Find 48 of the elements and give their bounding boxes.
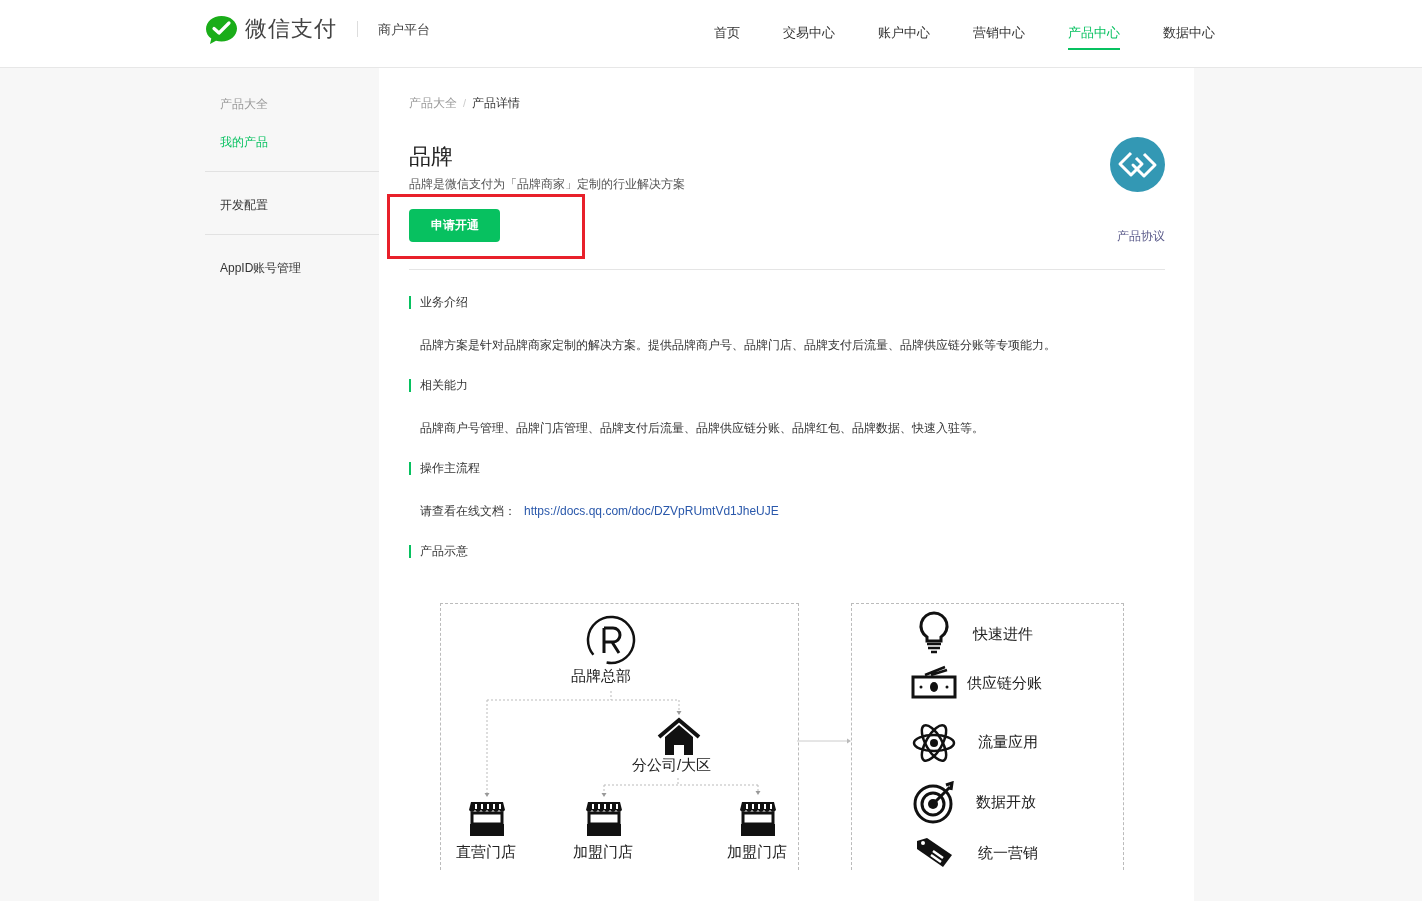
diagram-label: 供应链分账 [967,674,1042,693]
breadcrumb-separator: / [463,97,467,109]
product-title: 品牌 [409,143,454,171]
house-icon [657,717,701,757]
diagram-label: 品牌总部 [571,667,631,686]
sidebar-item[interactable]: AppID账号管理 [220,259,379,277]
nav-item[interactable]: 账户中心 [878,15,930,50]
section-heading: 相关能力 [420,377,468,393]
arrow-connector [797,737,852,745]
diagram-label: 直营门店 [456,843,516,862]
section-marker [409,295,411,309]
section-text: 请查看在线文档： [420,503,516,519]
store-icon [739,799,777,837]
chain-link-logo-icon [1110,137,1165,192]
diagram-label: 分公司/大区 [632,756,712,775]
nav-item[interactable]: 首页 [714,15,740,50]
nav-item[interactable]: 营销中心 [973,15,1025,50]
section-text: 品牌方案是针对品牌商家定制的解决方案。提供品牌商户号、品牌门店、品牌支付后流量、品牌供应链分账等专项能力。 [420,337,1057,353]
lightbulb-icon [918,611,950,655]
cash-icon [911,665,957,699]
sidebar-item[interactable]: 开发配置 [220,196,379,214]
section-marker [409,378,411,392]
target-icon [912,781,956,825]
logo-icon [205,14,238,45]
brand-name: 微信支付 [245,14,337,43]
section-heading: 业务介绍 [420,294,468,310]
nav-item[interactable]: 交易中心 [783,15,835,50]
store-icon [585,799,623,837]
nav-item[interactable]: 数据中心 [1163,15,1215,50]
registered-mark-icon [586,615,636,665]
breadcrumb-link[interactable]: 产品详情 [472,94,521,112]
section-marker [409,544,411,558]
tag-icon [915,837,953,867]
agreement-link[interactable]: 产品协议 [1117,228,1165,245]
section-text: 品牌商户号管理、品牌门店管理、品牌支付后流量、品牌供应链分账、品牌红包、品牌数据、快速入驻等。 [420,420,985,436]
product-description: 品牌是微信支付为「品牌商家」定制的行业解决方案 [409,176,685,193]
store-icon [468,799,506,837]
diagram-label: 加盟门店 [573,843,633,862]
section-heading: 操作主流程 [420,460,480,476]
platform-name: 商户平台 [378,20,430,39]
diagram-label: 快速进件 [973,625,1033,644]
diagram-label: 数据开放 [976,793,1036,812]
diagram-label: 流量应用 [978,733,1038,752]
diagram-label: 加盟门店 [727,843,787,862]
section-heading: 产品示意 [420,543,468,559]
diagram-label: 统一营销 [978,844,1038,863]
document-link[interactable]: https://docs.qq.com/doc/DZVpRUmtVd1JheUJE [524,503,779,519]
section-marker [409,461,411,475]
